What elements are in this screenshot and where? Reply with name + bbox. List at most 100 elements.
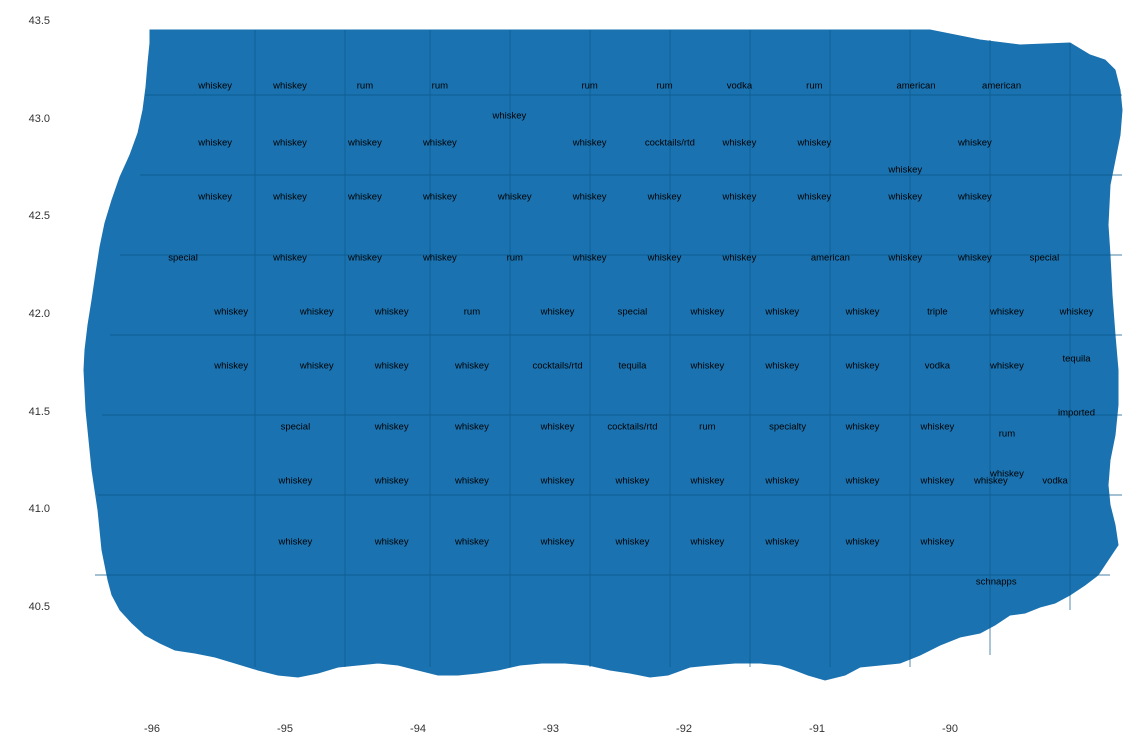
- county-label: imported: [1058, 408, 1095, 419]
- county-label: vodka: [1042, 475, 1067, 486]
- county-label: schnapps: [976, 577, 1017, 588]
- y-label-420: 42.0: [0, 308, 50, 320]
- county-label: whiskey: [541, 307, 575, 318]
- county-label: whiskey: [648, 192, 682, 203]
- county-label: whiskey: [375, 361, 409, 372]
- county-label: whiskey: [273, 253, 307, 264]
- county-label: whiskey: [541, 536, 575, 547]
- county-label: whiskey: [273, 138, 307, 149]
- chart-container: 43.5 43.0 42.5 42.0 41.5 41.0 40.5: [0, 0, 1145, 745]
- y-label-430: 43.0: [0, 113, 50, 125]
- county-label: whiskey: [888, 253, 922, 264]
- county-label: cocktails/rtd: [532, 361, 582, 372]
- county-label: whiskey: [198, 80, 232, 91]
- county-label: special: [1030, 253, 1060, 264]
- county-label: rum: [806, 80, 822, 91]
- county-label: american: [982, 80, 1021, 91]
- county-label: whiskey: [573, 138, 607, 149]
- county-label: whiskey: [958, 253, 992, 264]
- county-label: special: [618, 307, 648, 318]
- county-label: whiskey: [690, 536, 724, 547]
- county-label: rum: [432, 80, 448, 91]
- county-label: whiskey: [198, 138, 232, 149]
- county-label: vodka: [925, 361, 950, 372]
- county-label: special: [281, 421, 311, 432]
- county-label: whiskey: [1060, 307, 1094, 318]
- county-label: whiskey: [455, 536, 489, 547]
- x-label-90: -90: [942, 723, 958, 735]
- county-label: whiskey: [273, 80, 307, 91]
- x-label-91: -91: [809, 723, 825, 735]
- county-label: whiskey: [690, 307, 724, 318]
- county-label: whiskey: [278, 536, 312, 547]
- county-label: whiskey: [690, 475, 724, 486]
- county-label: rum: [464, 307, 480, 318]
- x-label-93: -93: [543, 723, 559, 735]
- county-label: rum: [656, 80, 672, 91]
- county-label: whiskey: [273, 192, 307, 203]
- county-label: whiskey: [375, 475, 409, 486]
- county-label: whiskey: [498, 192, 532, 203]
- county-label: whiskey: [690, 361, 724, 372]
- county-label: whiskey: [765, 475, 799, 486]
- county-label: whiskey: [375, 536, 409, 547]
- county-label: whiskey: [616, 536, 650, 547]
- county-label: tequila: [618, 361, 646, 372]
- county-label: cocktails/rtd: [607, 421, 657, 432]
- county-label: rum: [357, 80, 373, 91]
- y-label-425: 42.5: [0, 210, 50, 222]
- county-label: whiskey: [375, 307, 409, 318]
- county-label: whiskey: [846, 421, 880, 432]
- county-label: rum: [999, 428, 1015, 439]
- county-label: whiskey: [765, 307, 799, 318]
- x-label-92: -92: [676, 723, 692, 735]
- map-area: whiskey whiskey rum rum rum rum vodka rum americ…: [60, 15, 1130, 690]
- county-label: whiskey: [846, 536, 880, 547]
- county-label: whiskey: [573, 253, 607, 264]
- county-label: whiskey: [846, 307, 880, 318]
- county-label: rum: [581, 80, 597, 91]
- county-label: whiskey: [723, 192, 757, 203]
- x-label-94: -94: [410, 723, 426, 735]
- x-label-95: -95: [277, 723, 293, 735]
- county-label: whiskey: [300, 361, 334, 372]
- county-label: whiskey: [723, 138, 757, 149]
- y-label-405: 40.5: [0, 601, 50, 613]
- county-label: whiskey: [573, 192, 607, 203]
- county-label: whiskey: [990, 469, 1024, 480]
- county-label: whiskey: [375, 421, 409, 432]
- county-label: rum: [699, 421, 715, 432]
- county-label: whiskey: [541, 421, 575, 432]
- county-label: whiskey: [348, 253, 382, 264]
- county-label: whiskey: [920, 536, 954, 547]
- y-label-415: 41.5: [0, 406, 50, 418]
- county-label: special: [168, 253, 198, 264]
- county-label: whiskey: [423, 253, 457, 264]
- county-label: whiskey: [723, 253, 757, 264]
- county-label: whiskey: [648, 253, 682, 264]
- county-label: american: [811, 253, 850, 264]
- county-label: whiskey: [888, 192, 922, 203]
- county-label: whiskey: [920, 475, 954, 486]
- county-label: whiskey: [920, 421, 954, 432]
- county-label: whiskey: [846, 361, 880, 372]
- county-label: whiskey: [455, 475, 489, 486]
- county-label: triple: [927, 307, 948, 318]
- county-label: whiskey: [974, 475, 1008, 486]
- county-label: whiskey: [765, 361, 799, 372]
- labels-container: whiskey whiskey rum rum rum rum vodka rum americ…: [60, 15, 1130, 690]
- county-label: whiskey: [423, 138, 457, 149]
- county-label: whiskey: [797, 138, 831, 149]
- county-label: whiskey: [958, 138, 992, 149]
- county-label: whiskey: [888, 165, 922, 176]
- county-label: whiskey: [797, 192, 831, 203]
- county-label: whiskey: [846, 475, 880, 486]
- county-label: whiskey: [616, 475, 650, 486]
- y-label-435: 43.5: [0, 15, 50, 27]
- county-label: whiskey: [214, 307, 248, 318]
- county-label: whiskey: [348, 138, 382, 149]
- county-label: whiskey: [300, 307, 334, 318]
- county-label: whiskey: [198, 192, 232, 203]
- county-label: whiskey: [765, 536, 799, 547]
- county-label: tequila: [1063, 354, 1091, 365]
